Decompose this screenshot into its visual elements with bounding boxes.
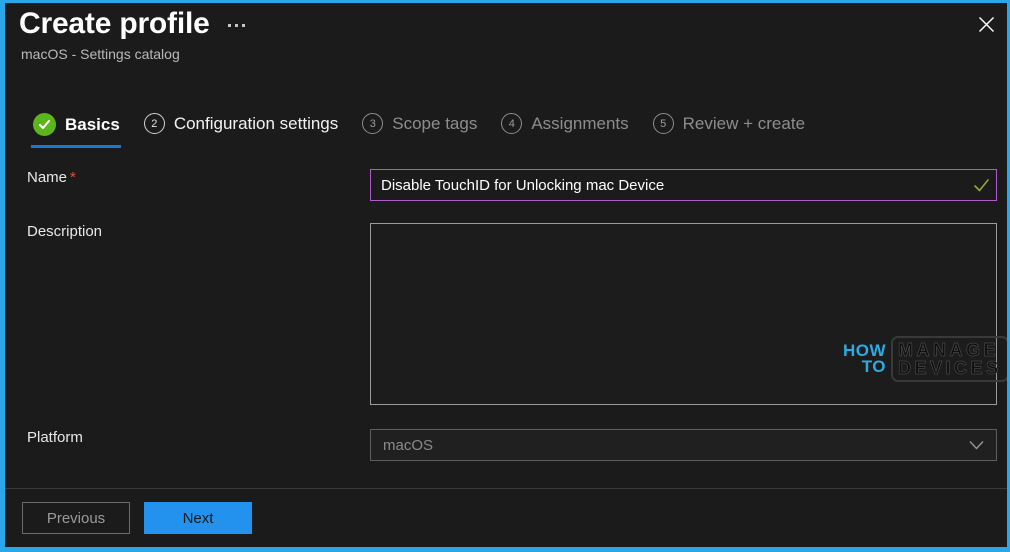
platform-dropdown[interactable]: macOS xyxy=(370,429,997,461)
close-icon[interactable] xyxy=(969,7,1003,41)
chevron-down-icon xyxy=(969,440,984,450)
tab-assignments[interactable]: 4 Assignments xyxy=(495,111,646,146)
dialog-header: Create profile macOS - Settings catalog xyxy=(5,3,1007,95)
next-button[interactable]: Next xyxy=(144,502,252,534)
tab-label-assignments: Assignments xyxy=(531,113,629,133)
tab-label-basics: Basics xyxy=(65,114,120,134)
step-number-5: 5 xyxy=(652,113,674,134)
required-asterisk: * xyxy=(70,169,76,186)
active-tab-underline xyxy=(31,145,121,148)
ellipsis-icon[interactable] xyxy=(226,18,247,33)
platform-label: Platform xyxy=(27,429,83,446)
tab-configuration-settings[interactable]: 2 Configuration settings xyxy=(138,111,356,146)
description-label: Description xyxy=(27,223,103,240)
title-row: Create profile xyxy=(19,5,247,43)
wizard-steps: Basics 2 Configuration settings 3 Scope … xyxy=(27,111,823,148)
tab-label-configuration-settings: Configuration settings xyxy=(173,113,339,133)
step-number-3: 3 xyxy=(362,113,384,134)
name-label: Name * xyxy=(27,169,76,186)
name-label-text: Name xyxy=(27,169,68,186)
create-profile-dialog: Create profile macOS - Settings catalog … xyxy=(0,0,1010,552)
dialog-footer: Previous Next xyxy=(5,489,1007,547)
tab-label-scope-tags: Scope tags xyxy=(392,113,478,133)
previous-button[interactable]: Previous xyxy=(22,502,130,534)
step-number-2: 2 xyxy=(143,113,165,134)
step-number-4: 4 xyxy=(501,113,523,134)
platform-selected-value: macOS xyxy=(383,436,434,454)
name-field-row: Name * xyxy=(5,169,1007,201)
description-input[interactable] xyxy=(370,223,997,405)
checkmark-icon xyxy=(966,176,996,195)
check-circle-icon xyxy=(33,113,56,136)
tab-basics[interactable]: Basics xyxy=(27,111,138,148)
name-input-wrapper xyxy=(370,169,997,201)
dialog-subtitle: macOS - Settings catalog xyxy=(21,46,180,62)
name-input[interactable] xyxy=(371,170,966,200)
platform-field-row: Platform macOS xyxy=(5,429,1007,461)
page-title: Create profile xyxy=(19,7,210,40)
tab-review-create[interactable]: 5 Review + create xyxy=(647,111,823,146)
tab-label-review-create: Review + create xyxy=(682,113,806,133)
tab-scope-tags[interactable]: 3 Scope tags xyxy=(356,111,495,146)
